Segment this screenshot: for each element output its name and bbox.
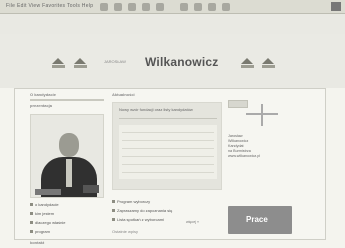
candidate-photo: [30, 114, 104, 198]
left-section2: kontakt: [30, 240, 45, 245]
plane-icon: [246, 104, 278, 126]
right-info: Jarosław Wilkanowicz Kandydat na Burmist…: [228, 134, 261, 158]
browser-menu[interactable]: File Edit View Favorites Tools Help: [6, 3, 93, 9]
building-icon: [262, 58, 275, 69]
page-title: Wilkanowicz: [145, 55, 219, 69]
building-icon: [241, 58, 254, 69]
left-heading-underline: [30, 99, 104, 101]
left-link[interactable]: kim jestem: [30, 211, 104, 216]
stop-icon[interactable]: [128, 3, 136, 11]
refresh-icon[interactable]: [142, 3, 150, 11]
candidate-head: [59, 133, 79, 157]
close-icon[interactable]: [331, 2, 341, 11]
banner-small-text: JAROSŁAW: [104, 59, 126, 64]
browser-toolbar: File Edit View Favorites Tools Help: [0, 0, 345, 14]
back-icon[interactable]: [100, 3, 108, 11]
candidate-tie: [66, 159, 72, 187]
left-subheading: prezentacja: [30, 103, 53, 108]
signature: [35, 189, 61, 195]
news-list: Program wyborczy Zapraszamy do zapoznani…: [112, 195, 222, 222]
home-icon[interactable]: [156, 3, 164, 11]
featured-body: [119, 125, 217, 179]
favorites-icon[interactable]: [194, 3, 202, 11]
history-icon[interactable]: [222, 3, 230, 11]
search-icon[interactable]: [180, 3, 188, 11]
news-item[interactable]: Lista spotkań z wyborcami: [112, 217, 222, 222]
news-item[interactable]: Zapraszamy do zapoznania się: [112, 208, 222, 213]
forward-icon[interactable]: [114, 3, 122, 11]
news-item[interactable]: Program wyborczy: [112, 199, 222, 204]
featured-title[interactable]: Nowy wzór fundacji oraz listy kandydatów: [119, 107, 217, 119]
left-column: O kandydacie prezentacja o kandydacie ki…: [30, 92, 104, 245]
left-link[interactable]: o kandydacie: [30, 202, 104, 207]
building-icon: [74, 58, 87, 69]
main-heading: Aktualności: [112, 92, 135, 97]
bottom-section: Ostatnie wpisy: [112, 229, 139, 234]
badge: [83, 185, 99, 193]
left-heading: O kandydacie: [30, 92, 57, 97]
left-link[interactable]: dlaczego właśnie: [30, 220, 104, 225]
site-banner: JAROSŁAW Wilkanowicz: [0, 14, 345, 88]
main-column: Aktualności Nowy wzór fundacji oraz list…: [112, 92, 222, 239]
building-icon: [52, 58, 65, 69]
right-top-logo: [228, 100, 248, 108]
right-column: Jarosław Wilkanowicz Kandydat na Burmist…: [228, 92, 292, 234]
more-link[interactable]: więcej »: [186, 220, 199, 224]
media-icon[interactable]: [208, 3, 216, 11]
featured-article: Nowy wzór fundacji oraz listy kandydatów: [112, 102, 222, 190]
banner-title-row: JAROSŁAW Wilkanowicz: [0, 55, 345, 73]
prace-button[interactable]: Prace: [228, 206, 292, 234]
left-link[interactable]: program: [30, 229, 104, 234]
